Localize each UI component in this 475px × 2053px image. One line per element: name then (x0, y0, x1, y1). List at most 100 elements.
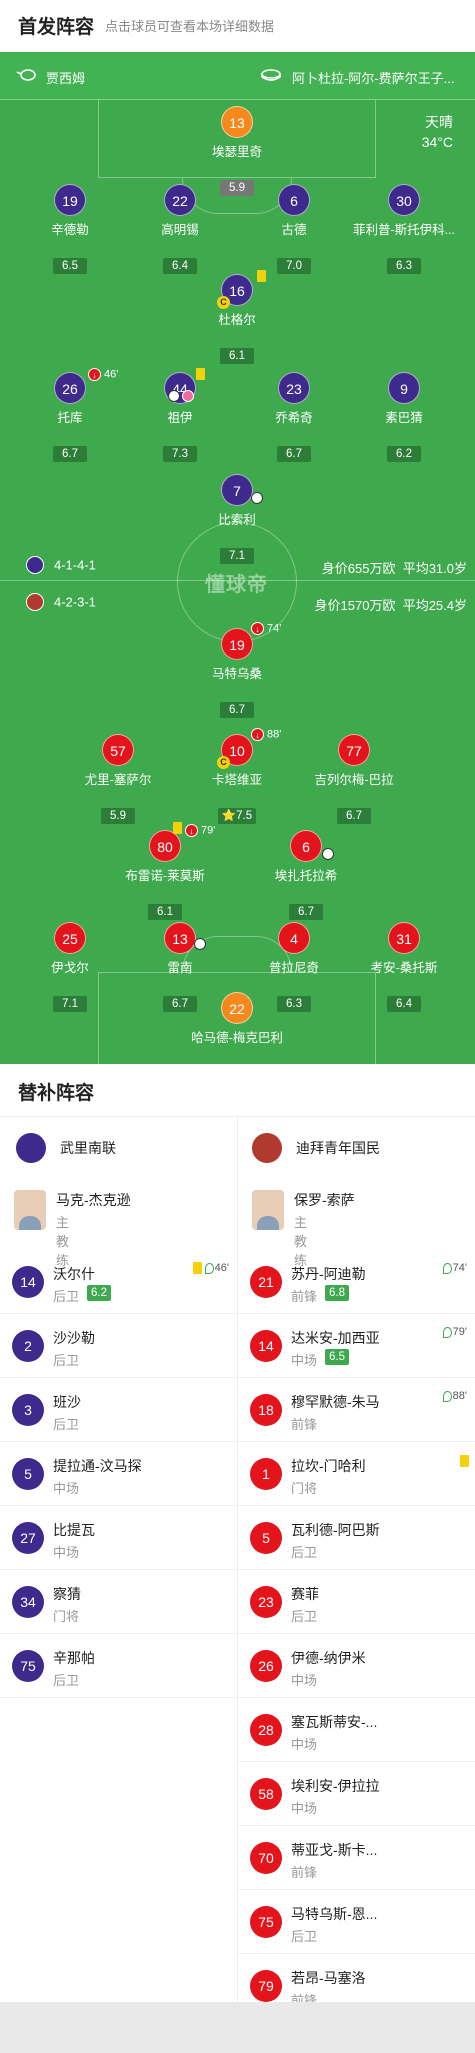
player-rating: 7.3 (163, 446, 197, 462)
player-position: 中场 (291, 1737, 318, 1752)
home-player-16[interactable]: 16 杜格尔 6.1 C (172, 270, 302, 364)
home-player-22[interactable]: 22 高明锡 6.4 (115, 184, 245, 274)
away-player-6[interactable]: 6 埃扎托拉希 6.7 (241, 830, 371, 920)
player-number: 5 (12, 1458, 44, 1490)
player-rating: 6.5 (325, 1349, 349, 1365)
player-number: 19 (221, 628, 253, 660)
away-sub-26[interactable]: 26 伊德-纳伊米 中场 (238, 1634, 475, 1698)
player-rating: 6.7 (337, 808, 371, 824)
home-sub-27[interactable]: 27 比提瓦 中场 (0, 1506, 237, 1570)
player-position: 前锋 (291, 1865, 318, 1880)
player-name: 素巴猜 (385, 411, 423, 425)
substitution-icon (442, 1262, 452, 1274)
player-number: 18 (250, 1394, 282, 1426)
home-player-30[interactable]: 30 菲利普-斯托伊科... 6.3 (339, 184, 469, 274)
home-team-name: 武里南联 (60, 1140, 116, 1156)
away-sub-23[interactable]: 23 赛菲 后卫 (238, 1570, 475, 1634)
away-sub-70[interactable]: 70 蒂亚戈-斯卡... 前锋 (238, 1826, 475, 1890)
home-sub-75[interactable]: 75 辛那帕 后卫 (0, 1634, 237, 1698)
sub-minute: 88' (264, 728, 282, 741)
away-player-22[interactable]: 22哈马德-梅克巴利6.8 (172, 992, 302, 1064)
player-rating: 6.3 (387, 258, 421, 274)
home-player-7[interactable]: 7 比索利 7.1 (172, 474, 302, 564)
player-rating: 6.1 (220, 348, 254, 364)
home-player-9[interactable]: 9 素巴猜 6.2 (339, 372, 469, 462)
yellow-card-icon (173, 822, 182, 835)
away-player-10[interactable]: 10 卡塔维亚 ⭐7.5 ↓ 88' C (172, 728, 302, 824)
substitution-icon: ↓ 79' (185, 824, 215, 837)
player-rating: 6.7 (53, 446, 87, 462)
away-value-row: 身价1570万欧 平均25.4岁 (315, 595, 467, 614)
home-player-44[interactable]: 44 祖伊 7.3 (115, 368, 245, 462)
home-team-row[interactable]: 武里南联 (16, 1116, 116, 1180)
substitution-icon (442, 1326, 452, 1338)
player-rating: 7.1 (53, 996, 87, 1012)
home-sub-2[interactable]: 2 沙沙勒 后卫 (0, 1314, 237, 1378)
stadium-name: 阿卜杜拉-阿尔-费萨尔王子... (292, 71, 455, 86)
away-player-57[interactable]: 57 尤里-塞萨尔 5.9 (53, 734, 183, 824)
away-sub-75[interactable]: 75 马特乌斯-恩... 后卫 (238, 1890, 475, 1954)
lineup-title: 首发阵容 (18, 17, 95, 38)
ball-icon (168, 390, 180, 403)
player-rating: 5.9 (101, 808, 135, 824)
away-player-19[interactable]: 19 马特乌桑 6.7 ↓ 74' (172, 622, 302, 718)
player-number: 77 (338, 734, 370, 766)
player-position: 中场 (53, 1545, 80, 1560)
away-value: 身价1570万欧 (314, 598, 396, 613)
home-sub-34[interactable]: 34 察猜 门将 (0, 1570, 237, 1634)
home-player-13[interactable]: 13 埃瑟里奇 5.9 (172, 106, 302, 196)
sub-minute: 74' (452, 1262, 467, 1274)
player-rating: 6.7 (220, 702, 254, 718)
player-number: 75 (250, 1906, 282, 1938)
home-value-row: 身价655万欧 平均31.0岁 (322, 558, 467, 577)
away-player-80[interactable]: 80 布雷诺-莱莫斯 6.1 ↓ 79' (100, 822, 230, 920)
away-sub-18[interactable]: 18 穆罕默德-朱马 前锋 88' (238, 1378, 475, 1442)
captain-icon: C (217, 296, 230, 309)
player-name: 察猜 (53, 1586, 81, 1602)
home-formation: 4-1-4-1 (54, 557, 96, 573)
substitution-icon: ↓ 46' (88, 368, 118, 381)
away-sub-5[interactable]: 5 瓦利德-阿巴斯 后卫 (238, 1506, 475, 1570)
sub-minute: 46' (214, 1262, 229, 1274)
player-number: 4 (278, 922, 310, 954)
player-number: 31 (388, 922, 420, 954)
whistle-icon (16, 69, 36, 81)
player-position: 前锋 (291, 1417, 318, 1432)
player-name: 埃利安-伊拉拉 (291, 1778, 380, 1794)
away-player-77[interactable]: 77 吉列尔梅-巴拉 6.7 (289, 734, 419, 824)
away-sub-58[interactable]: 58 埃利安-伊拉拉 中场 (238, 1762, 475, 1826)
player-position: 中场 (53, 1481, 80, 1496)
substitution-icon (204, 1262, 214, 1274)
home-avg-age: 平均31.0岁 (402, 561, 467, 576)
player-name: 蒂亚戈-斯卡... (291, 1842, 378, 1858)
away-sub-1[interactable]: 1 拉坎-门哈利 门将 (238, 1442, 475, 1506)
player-name: 比提瓦 (53, 1522, 95, 1538)
player-name: 提拉通-汶马探 (53, 1458, 142, 1474)
away-avg-age: 平均25.4岁 (402, 598, 467, 613)
stadium-icon (261, 69, 281, 81)
substitution-icon: ↓ (88, 368, 101, 381)
substitution-info: 46' (192, 1262, 229, 1275)
home-sub-14[interactable]: 14 沃尔什 后卫 6.2 46' (0, 1250, 237, 1314)
away-sub-21[interactable]: 21 苏丹-阿迪勒 前锋 6.8 74' (238, 1250, 475, 1314)
yellow-card-icon (196, 368, 205, 381)
player-position: 后卫 (53, 1417, 80, 1432)
player-name: 赛菲 (291, 1586, 319, 1602)
player-position: 中场 (291, 1801, 318, 1816)
player-name: 杜格尔 (218, 313, 256, 327)
pitch: 贾西姆 阿卜杜拉-阿尔-费萨尔王子... 天晴 34°C 懂球帝 4-1-4-1… (0, 52, 475, 1064)
away-sub-28[interactable]: 28 塞瓦斯蒂安-... 中场 (238, 1698, 475, 1762)
home-coach-avatar (14, 1190, 46, 1230)
player-position: 中场 (291, 1673, 318, 1688)
player-rating: 6.5 (53, 258, 87, 274)
home-sub-5[interactable]: 5 提拉通-汶马探 中场 (0, 1442, 237, 1506)
match-info-bar: 贾西姆 阿卜杜拉-阿尔-费萨尔王子... (0, 52, 475, 100)
yellow-card-icon (257, 270, 266, 283)
player-number: 21 (250, 1266, 282, 1298)
away-player-31[interactable]: 31 考安-桑托斯 6.4 (339, 922, 469, 1012)
home-sub-3[interactable]: 3 班沙 后卫 (0, 1378, 237, 1442)
player-number: 34 (12, 1586, 44, 1618)
away-team-row[interactable]: 迪拜青年国民 (252, 1116, 380, 1180)
away-sub-14[interactable]: 14 达米安-加西亚 中场 6.5 79' (238, 1314, 475, 1378)
player-name: 穆罕默德-朱马 (291, 1394, 380, 1410)
